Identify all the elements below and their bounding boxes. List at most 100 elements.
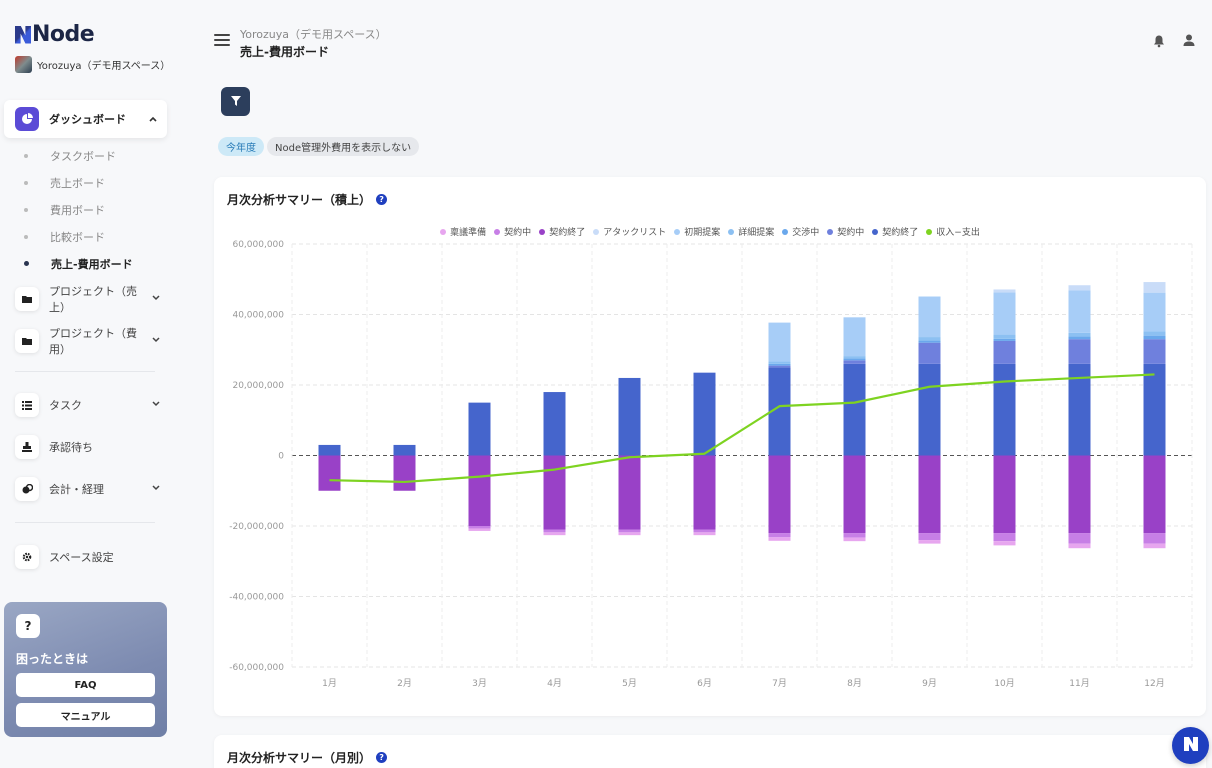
bar-segment bbox=[618, 529, 641, 533]
sidebar-item-label: プロジェクト（売上） bbox=[49, 285, 137, 314]
bar-segment bbox=[843, 537, 866, 542]
bell-icon[interactable] bbox=[1152, 34, 1166, 48]
sidebar-item-label: 承認待ち bbox=[49, 441, 93, 454]
x-tick-label: 8月 bbox=[847, 678, 862, 689]
bar-segment bbox=[843, 317, 866, 357]
bar-segment bbox=[993, 363, 1016, 456]
sidebar-item-label: ダッシュボード bbox=[49, 113, 126, 126]
y-tick-label: 20,000,000 bbox=[232, 381, 284, 391]
sidebar-item-label: 売上-費用ボード bbox=[51, 257, 133, 271]
bar-segment bbox=[768, 361, 791, 364]
y-tick-label: 60,000,000 bbox=[232, 240, 284, 250]
sidebar-item-cost-board[interactable]: 費用ボード bbox=[22, 196, 133, 223]
faq-button[interactable]: FAQ bbox=[16, 673, 155, 697]
workspace-avatar bbox=[15, 56, 32, 73]
help-card: ? 困ったときは FAQ マニュアル bbox=[4, 602, 167, 737]
sidebar-item-label: 売上ボード bbox=[50, 176, 105, 190]
sidebar-item-dashboard[interactable]: ダッシュボード bbox=[4, 100, 167, 138]
bar-segment bbox=[1143, 331, 1166, 336]
bar-segment bbox=[993, 541, 1016, 546]
page-title: 売上-費用ボード bbox=[240, 45, 329, 59]
coins-icon bbox=[15, 477, 39, 501]
sidebar-item-sales-cost-board[interactable]: 売上-費用ボード bbox=[22, 250, 133, 277]
monthly-summary-cumulative-card: 月次分析サマリー（積上） ? 稟議準備 契約中 契約終了 アタックリスト 初期提案 詳細提… bbox=[214, 177, 1206, 716]
bar-segment bbox=[1068, 455, 1091, 534]
bar-segment bbox=[1068, 285, 1091, 291]
dashboard-submenu: タスクボード 売上ボード 費用ボード 比較ボード 売上-費用ボード bbox=[22, 142, 133, 277]
sidebar-item-label: 費用ボード bbox=[50, 203, 105, 217]
bar-segment bbox=[618, 455, 641, 530]
bar-segment bbox=[468, 528, 491, 531]
bar-segment bbox=[468, 526, 491, 529]
chevron-down-icon bbox=[152, 294, 160, 304]
bar-segment bbox=[468, 402, 491, 456]
bullet-icon bbox=[24, 261, 29, 266]
sidebar-item-label: プロジェクト（費用） bbox=[49, 327, 137, 356]
bullet-icon bbox=[24, 234, 28, 239]
y-tick-label: -40,000,000 bbox=[229, 593, 284, 603]
list-icon bbox=[15, 393, 39, 417]
x-tick-label: 4月 bbox=[547, 678, 562, 689]
help-icon[interactable]: ? bbox=[376, 752, 388, 763]
bar-segment bbox=[918, 540, 941, 544]
workspace-selector[interactable]: Yorozuya（デモ用スペース） bbox=[15, 56, 170, 73]
folder-icon bbox=[15, 287, 39, 311]
chevron-down-icon bbox=[152, 484, 160, 494]
sidebar-item-space-settings[interactable]: スペース設定 bbox=[15, 545, 160, 569]
bar-segment bbox=[918, 296, 941, 338]
x-tick-label: 5月 bbox=[622, 678, 637, 689]
sidebar-item-project-cost[interactable]: プロジェクト（費用） bbox=[15, 325, 160, 357]
monthly-summary-monthly-card: 月次分析サマリー（月別） ? bbox=[214, 735, 1206, 768]
filter-button[interactable] bbox=[221, 87, 250, 116]
sidebar-item-sales-board[interactable]: 売上ボード bbox=[22, 169, 133, 196]
hamburger-menu-icon[interactable] bbox=[214, 34, 230, 48]
sidebar-item-label: 比較ボード bbox=[50, 230, 105, 244]
node-logo[interactable]: Node bbox=[15, 22, 95, 47]
bullet-icon bbox=[24, 153, 28, 158]
filter-chip-node-external[interactable]: Node管理外費用を表示しない bbox=[267, 137, 420, 156]
bar-segment bbox=[843, 358, 866, 361]
bar-segment bbox=[993, 334, 1016, 339]
bar-segment bbox=[393, 444, 416, 456]
bar-segment bbox=[993, 292, 1016, 335]
bar-segment bbox=[993, 455, 1016, 534]
sidebar-item-project-sales[interactable]: プロジェクト（売上） bbox=[15, 283, 160, 315]
manual-button[interactable]: マニュアル bbox=[16, 703, 155, 727]
sidebar-item-compare-board[interactable]: 比較ボード bbox=[22, 223, 133, 250]
bar-segment bbox=[768, 533, 791, 538]
bar-segment bbox=[843, 363, 866, 456]
bar-segment bbox=[1143, 543, 1166, 549]
bar-segment bbox=[843, 356, 866, 359]
bar-segment bbox=[393, 455, 416, 491]
sidebar-item-task-board[interactable]: タスクボード bbox=[22, 142, 133, 169]
x-tick-label: 12月 bbox=[1144, 678, 1164, 689]
bar-segment bbox=[1143, 292, 1166, 332]
bar-segment bbox=[993, 289, 1016, 293]
breadcrumb[interactable]: Yorozuya（デモ用スペース） bbox=[240, 26, 387, 42]
filter-chip-year[interactable]: 今年度 bbox=[218, 137, 264, 156]
x-tick-label: 1月 bbox=[322, 678, 337, 689]
x-tick-label: 11月 bbox=[1069, 678, 1089, 689]
folder-icon bbox=[15, 329, 39, 353]
node-chat-button[interactable] bbox=[1172, 727, 1209, 764]
y-tick-label: 0 bbox=[278, 452, 284, 462]
node-logo-text: Node bbox=[32, 22, 95, 47]
question-icon: ? bbox=[16, 614, 40, 638]
sidebar-item-approval[interactable]: 承認待ち bbox=[15, 435, 160, 459]
sidebar-item-task[interactable]: タスク bbox=[15, 393, 160, 417]
sidebar-item-label: タスクボード bbox=[50, 149, 116, 163]
sidebar-item-accounting[interactable]: 会計・経理 bbox=[15, 477, 160, 501]
bar-segment bbox=[1068, 543, 1091, 549]
bar-segment bbox=[1068, 533, 1091, 544]
bar-segment bbox=[543, 532, 566, 536]
bar-segment bbox=[768, 365, 791, 368]
sidebar-item-label: 会計・経理 bbox=[49, 483, 104, 496]
node-logo-icon bbox=[15, 25, 31, 44]
bar-segment bbox=[468, 455, 491, 526]
user-icon[interactable] bbox=[1182, 33, 1196, 47]
bar-segment bbox=[1143, 339, 1166, 364]
bar-segment bbox=[693, 529, 716, 533]
bar-segment bbox=[768, 363, 791, 366]
x-tick-label: 6月 bbox=[697, 678, 712, 689]
card-title: 月次分析サマリー（月別） ? bbox=[227, 749, 388, 766]
